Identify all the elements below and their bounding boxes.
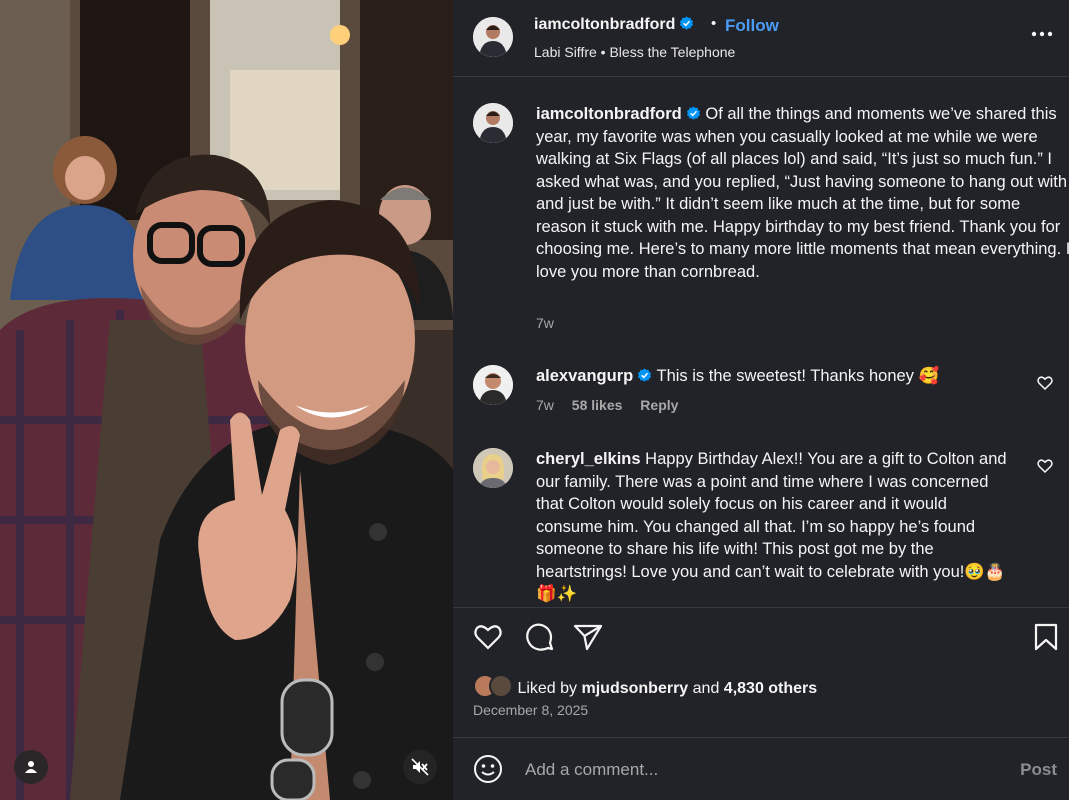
liked-by-prefix: Liked by [517, 680, 578, 697]
comment-timestamp[interactable]: 7w [536, 397, 554, 413]
comment-username[interactable]: alexvangurp [536, 367, 633, 385]
verified-badge-icon [638, 368, 652, 382]
liker-avatar[interactable] [489, 674, 513, 698]
emoji-icon[interactable] [473, 754, 503, 784]
user-icon [25, 761, 37, 773]
author-username[interactable]: iamcoltonbradford [534, 16, 694, 34]
comment-icon[interactable] [525, 622, 555, 652]
comments-divider [453, 607, 1069, 608]
heart-icon[interactable] [1037, 375, 1053, 391]
comment-text: Happy Birthday Alex!! You are a gift to … [536, 450, 1007, 603]
avatar-image [473, 103, 513, 143]
post-header: iamcoltonbradford • Follow Labi Siffre •… [453, 0, 1069, 76]
likes-summary: Liked by mjudsonberry and 4,830 others [473, 674, 817, 698]
author-avatar[interactable] [473, 17, 513, 57]
reply-button[interactable]: Reply [640, 397, 678, 413]
separator-dot: • [711, 15, 717, 32]
tagged-users-button[interactable] [14, 750, 48, 784]
heart-icon[interactable] [473, 622, 503, 652]
avatar-image [473, 17, 513, 57]
caption-author-avatar[interactable] [473, 103, 513, 143]
post-date[interactable]: December 8, 2025 [473, 702, 588, 718]
likes-count[interactable]: 4,830 others [724, 680, 817, 697]
verified-badge-icon [686, 106, 700, 120]
more-options-icon[interactable] [1031, 30, 1053, 38]
bookmark-icon[interactable] [1031, 622, 1061, 652]
comment-likes[interactable]: 58 likes [572, 397, 623, 413]
commenter-avatar[interactable] [473, 365, 513, 405]
verified-badge-icon [680, 16, 694, 30]
liked-by-and: and [692, 680, 720, 697]
comment-text-block: cheryl_elkins Happy Birthday Alex!! You … [536, 448, 1014, 606]
liked-by-user[interactable]: mjudsonberry [582, 680, 689, 697]
caption-text-block: iamcoltonbradford Of all the things and … [536, 103, 1069, 283]
avatar-image [473, 365, 513, 405]
comment-text-block: alexvangurp This is the sweetest! Thanks… [536, 365, 1014, 388]
comment-input[interactable] [523, 750, 977, 790]
mute-icon [411, 758, 429, 776]
post-action-bar [453, 616, 1069, 658]
caption-text: Of all the things and moments we’ve shar… [536, 105, 1069, 281]
header-divider [453, 76, 1069, 77]
comment-username[interactable]: cheryl_elkins [536, 450, 641, 468]
commenter-avatar[interactable] [473, 448, 513, 488]
heart-icon[interactable] [1037, 458, 1053, 474]
caption-username[interactable]: iamcoltonbradford [536, 105, 682, 123]
share-icon[interactable] [573, 622, 603, 652]
follow-button[interactable]: Follow [725, 16, 779, 36]
post-comment-button[interactable]: Post [1020, 760, 1057, 780]
post-details-panel: iamcoltonbradford • Follow Labi Siffre •… [453, 0, 1069, 800]
post-photo [0, 0, 453, 800]
post-media[interactable] [0, 0, 453, 800]
comment-text: This is the sweetest! Thanks honey 🥰 [656, 367, 940, 385]
caption-timestamp[interactable]: 7w [536, 315, 554, 331]
mute-button[interactable] [403, 750, 437, 784]
avatar-image [473, 448, 513, 488]
comment-composer: Post [453, 738, 1069, 800]
audio-track[interactable]: Labi Siffre • Bless the Telephone [534, 44, 735, 60]
comment-meta: 7w 58 likes Reply [536, 397, 692, 413]
